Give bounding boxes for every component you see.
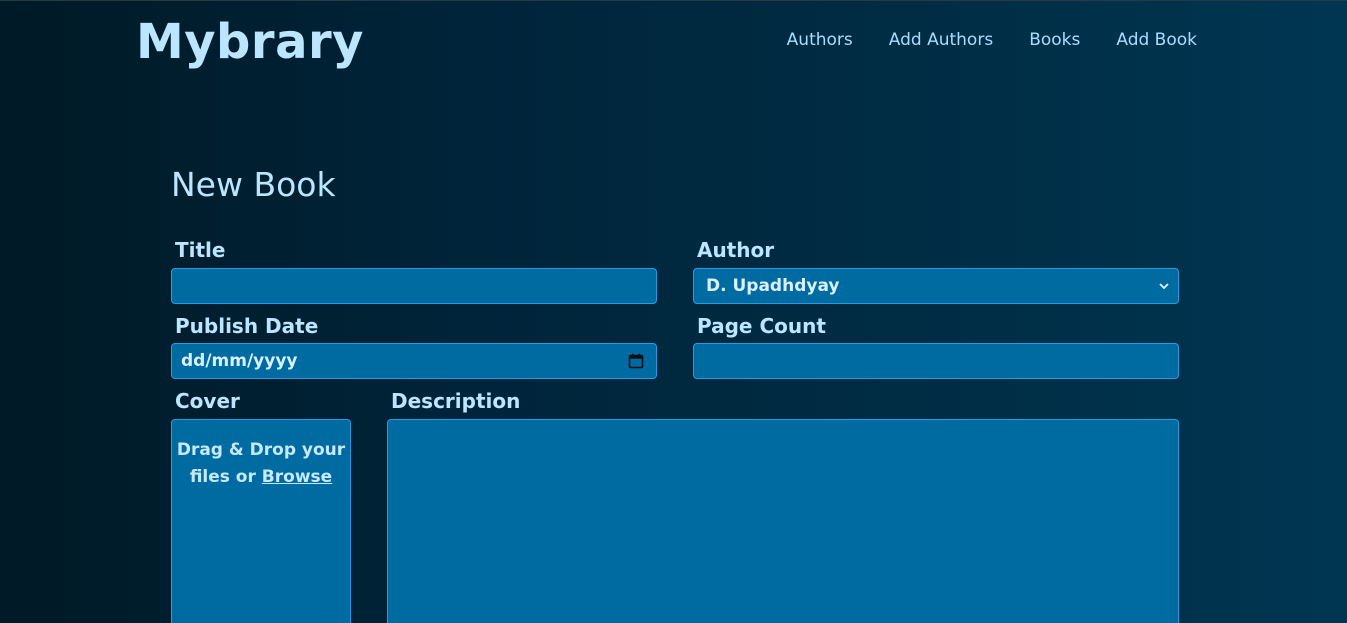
main-nav: Authors Add Authors Books Add Book (787, 29, 1197, 51)
publish-date-placeholder: dd/mm/yyyy (181, 351, 298, 371)
title-label: Title (175, 238, 226, 262)
page-title: New Book (171, 165, 336, 204)
nav-link-authors[interactable]: Authors (787, 29, 853, 51)
nav-link-books[interactable]: Books (1029, 29, 1080, 51)
publish-date-label: Publish Date (175, 314, 319, 338)
page-count-input[interactable] (693, 343, 1179, 379)
page-count-label: Page Count (697, 314, 826, 338)
author-selected-value: D. Upadhdyay (706, 276, 840, 296)
author-select[interactable]: D. Upadhdyay (693, 268, 1179, 304)
description-label: Description (391, 389, 521, 413)
cover-dropzone-text: Drag & Drop your files or Browse (177, 437, 345, 623)
author-label: Author (697, 238, 775, 262)
nav-link-add-book[interactable]: Add Book (1116, 29, 1197, 51)
description-textarea[interactable] (387, 419, 1179, 623)
cover-dropzone-line-2: files or (189, 467, 256, 487)
window-top-border (0, 0, 1347, 1)
nav-link-add-authors[interactable]: Add Authors (889, 29, 993, 51)
brand-logo[interactable]: Mybrary (136, 12, 364, 72)
calendar-icon[interactable] (628, 353, 644, 369)
browse-link[interactable]: Browse (262, 467, 332, 487)
publish-date-input[interactable]: dd/mm/yyyy (171, 343, 657, 379)
cover-dropzone-line-1: Drag & Drop your (176, 440, 346, 460)
cover-dropzone[interactable]: Drag & Drop your files or Browse (171, 419, 351, 623)
chevron-down-icon (1159, 283, 1169, 290)
title-input[interactable] (171, 268, 657, 304)
cover-label: Cover (175, 389, 240, 413)
